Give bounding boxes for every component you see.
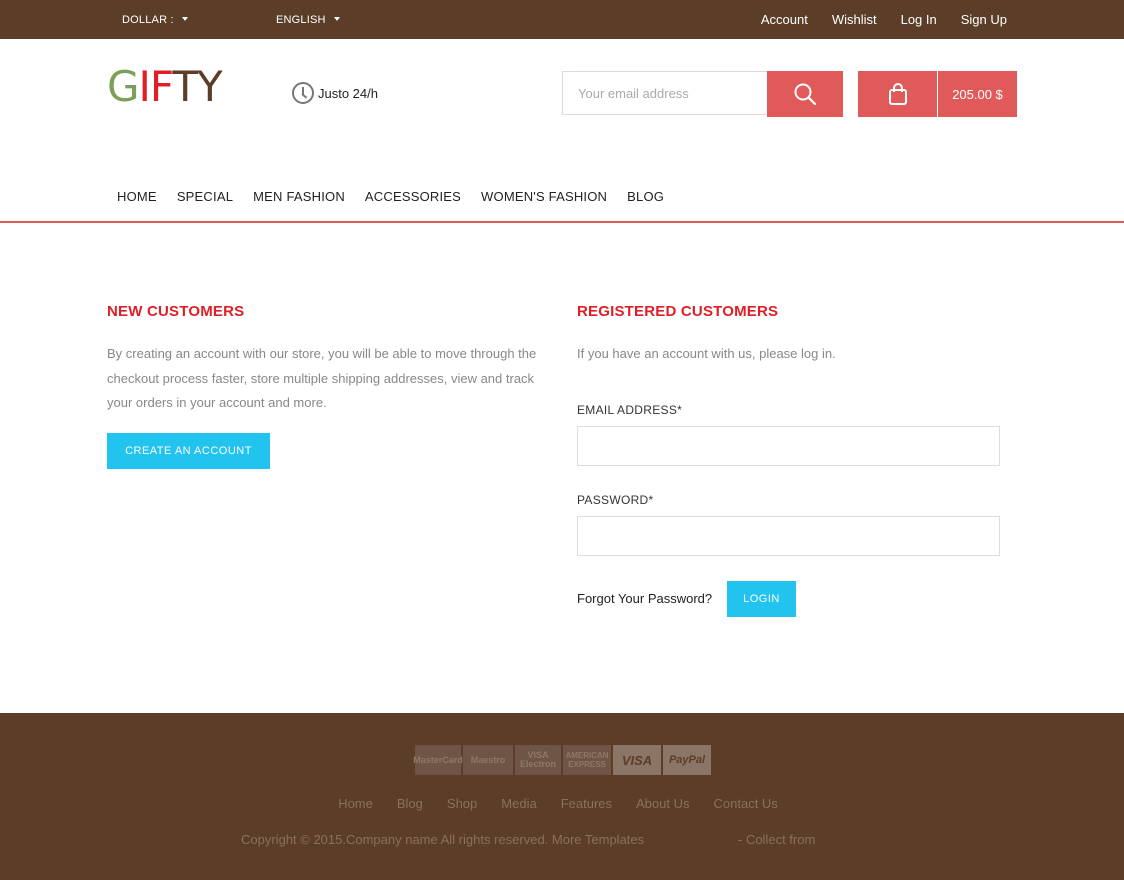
nav-item-home[interactable]: HOME (107, 189, 167, 204)
nav-item-womens-fashion[interactable]: WOMEN'S FASHION (471, 189, 617, 204)
chevron-down-icon (181, 17, 188, 22)
cart-button[interactable] (858, 71, 937, 117)
password-label: PASSWORD* (577, 493, 654, 507)
paypal-icon: PayPal (663, 745, 711, 775)
search-icon (794, 83, 817, 106)
email-field[interactable] (577, 426, 1000, 466)
wishlist-link[interactable]: Wishlist (832, 12, 877, 27)
maestro-icon: Maestro (463, 745, 513, 775)
hours-label: Justo 24/h (318, 85, 378, 101)
logo-letter-g: G (107, 62, 140, 111)
new-customers-title: NEW CUSTOMERS (107, 303, 245, 320)
language-selector[interactable]: ENGLISH (276, 14, 340, 26)
copyright-text: Copyright © 2015.Company name All rights… (241, 832, 645, 847)
currency-selector[interactable]: DOLLAR : (122, 14, 188, 26)
footer-link-media[interactable]: Media (489, 796, 548, 811)
opening-hours: Justo 24/h (292, 82, 378, 104)
new-customers-section: NEW CUSTOMERS By creating an account wit… (107, 303, 552, 469)
language-label: ENGLISH (276, 14, 326, 26)
account-link[interactable]: Account (761, 12, 808, 27)
signup-link[interactable]: Sign Up (961, 12, 1007, 27)
login-button[interactable]: LOGIN (727, 581, 796, 617)
footer-link-contact-us[interactable]: Contact Us (702, 796, 790, 811)
registered-customers-description: If you have an account with us, please l… (577, 346, 836, 361)
registered-customers-section: REGISTERED CUSTOMERS If you have an acco… (577, 303, 1000, 617)
mastercard-icon: MasterCard (413, 745, 463, 775)
new-customers-description: By creating an account with our store, y… (107, 346, 537, 410)
payment-methods: MasterCard Maestro VISA Electron AMERICA… (413, 745, 711, 775)
search-input[interactable] (562, 71, 767, 115)
nav-item-blog[interactable]: BLOG (617, 189, 674, 204)
footer: MasterCard Maestro VISA Electron AMERICA… (0, 713, 1124, 880)
footer-link-blog[interactable]: Blog (385, 796, 435, 811)
footer-link-about-us[interactable]: About Us (624, 796, 701, 811)
currency-label: DOLLAR : (122, 14, 174, 26)
logo-letters-ty: TY (172, 62, 222, 111)
footer-links: Home Blog Shop Media Features About Us C… (0, 796, 1124, 811)
nav-item-special[interactable]: SPECIAL (167, 189, 243, 204)
visa-electron-icon: VISA Electron (515, 745, 561, 775)
clock-icon (292, 82, 314, 104)
password-field[interactable] (577, 516, 1000, 556)
main-nav: HOME SPECIAL MEN FASHION ACCESSORIES WOM… (107, 189, 674, 204)
nav-item-accessories[interactable]: ACCESSORIES (355, 189, 471, 204)
nav-item-men-fashion[interactable]: MEN FASHION (243, 189, 355, 204)
logo-letters-if: IF (138, 62, 174, 111)
create-account-button[interactable]: CREATE AN ACCOUNT (107, 433, 270, 469)
footer-link-shop[interactable]: Shop (435, 796, 489, 811)
shopping-bag-icon (888, 83, 907, 105)
login-link[interactable]: Log In (901, 12, 937, 27)
collect-from-text: - Collect from (738, 832, 816, 847)
footer-link-features[interactable]: Features (549, 796, 624, 811)
nav-divider (0, 221, 1124, 223)
site-logo[interactable]: GIFTY (107, 66, 223, 108)
footer-link-home[interactable]: Home (326, 796, 385, 811)
account-links: Account Wishlist Log In Sign Up (761, 12, 1007, 27)
forgot-password-link[interactable]: Forgot Your Password? (577, 591, 712, 606)
american-express-icon: AMERICAN EXPRESS (563, 745, 611, 775)
search-button[interactable] (767, 71, 843, 117)
visa-icon: VISA (613, 745, 661, 775)
email-label: EMAIL ADDRESS* (577, 403, 683, 417)
registered-customers-title: REGISTERED CUSTOMERS (577, 303, 779, 320)
chevron-down-icon (333, 17, 340, 22)
top-bar: DOLLAR : ENGLISH Account Wishlist Log In… (0, 0, 1124, 39)
cart-total[interactable]: 205.00 $ (938, 71, 1017, 117)
